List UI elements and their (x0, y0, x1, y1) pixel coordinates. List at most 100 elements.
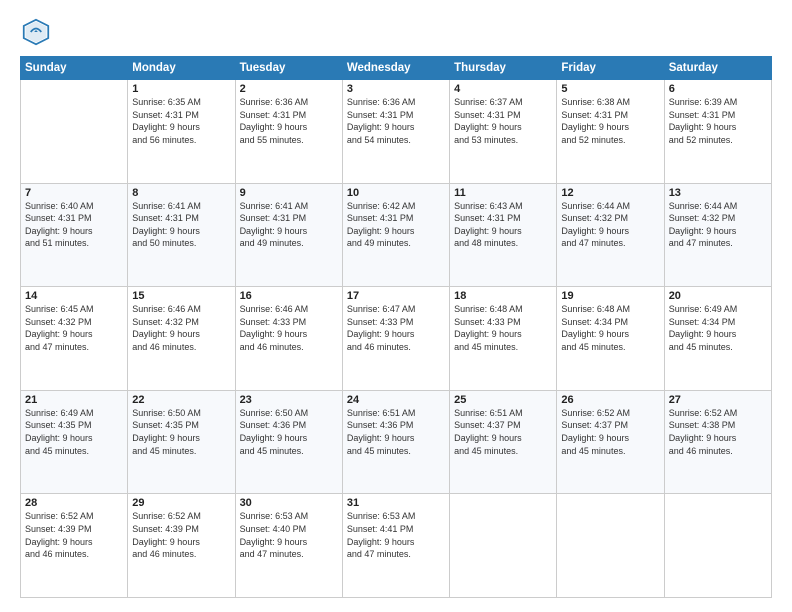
day-info-line: Sunrise: 6:52 AM (25, 510, 123, 523)
calendar-week-1: 1Sunrise: 6:35 AMSunset: 4:31 PMDaylight… (21, 80, 772, 184)
calendar-cell: 27Sunrise: 6:52 AMSunset: 4:38 PMDayligh… (664, 390, 771, 494)
calendar-cell: 1Sunrise: 6:35 AMSunset: 4:31 PMDaylight… (128, 80, 235, 184)
day-info-line: Daylight: 9 hours (347, 432, 445, 445)
col-header-monday: Monday (128, 57, 235, 80)
day-info-line: and 54 minutes. (347, 134, 445, 147)
day-info-line: Sunset: 4:32 PM (25, 316, 123, 329)
day-info-line: Sunset: 4:31 PM (240, 212, 338, 225)
day-info-line: Daylight: 9 hours (669, 328, 767, 341)
day-info-line: and 51 minutes. (25, 237, 123, 250)
calendar-cell: 21Sunrise: 6:49 AMSunset: 4:35 PMDayligh… (21, 390, 128, 494)
day-info-line: and 46 minutes. (669, 445, 767, 458)
day-info-line: and 53 minutes. (454, 134, 552, 147)
day-info-line: and 49 minutes. (347, 237, 445, 250)
day-number: 5 (561, 83, 659, 95)
col-header-wednesday: Wednesday (342, 57, 449, 80)
day-number: 7 (25, 187, 123, 199)
day-info-line: Sunset: 4:34 PM (561, 316, 659, 329)
day-info-line: Sunset: 4:33 PM (347, 316, 445, 329)
day-number: 21 (25, 394, 123, 406)
day-number: 26 (561, 394, 659, 406)
day-info-line: Sunset: 4:31 PM (347, 212, 445, 225)
day-info-line: and 49 minutes. (240, 237, 338, 250)
day-number: 29 (132, 497, 230, 509)
day-info-line: Sunrise: 6:44 AM (561, 200, 659, 213)
day-info-line: Sunrise: 6:52 AM (561, 407, 659, 420)
calendar-cell: 5Sunrise: 6:38 AMSunset: 4:31 PMDaylight… (557, 80, 664, 184)
day-number: 12 (561, 187, 659, 199)
day-info-line: Daylight: 9 hours (240, 328, 338, 341)
day-info-line: and 45 minutes. (454, 445, 552, 458)
day-info-line: Daylight: 9 hours (240, 121, 338, 134)
day-info-line: and 45 minutes. (347, 445, 445, 458)
day-info-line: Daylight: 9 hours (561, 121, 659, 134)
day-info-line: Sunset: 4:38 PM (669, 419, 767, 432)
day-info-line: Daylight: 9 hours (240, 432, 338, 445)
day-info-line: Daylight: 9 hours (347, 121, 445, 134)
day-number: 13 (669, 187, 767, 199)
day-info-line: Daylight: 9 hours (669, 225, 767, 238)
day-info-line: Sunset: 4:40 PM (240, 523, 338, 536)
day-number: 4 (454, 83, 552, 95)
calendar-table: SundayMondayTuesdayWednesdayThursdayFrid… (20, 56, 772, 598)
day-info-line: Sunrise: 6:45 AM (25, 303, 123, 316)
day-number: 27 (669, 394, 767, 406)
calendar-cell: 23Sunrise: 6:50 AMSunset: 4:36 PMDayligh… (235, 390, 342, 494)
calendar-cell: 17Sunrise: 6:47 AMSunset: 4:33 PMDayligh… (342, 287, 449, 391)
day-info-line: Sunrise: 6:48 AM (454, 303, 552, 316)
day-info-line: Sunset: 4:39 PM (132, 523, 230, 536)
day-info-line: Sunrise: 6:39 AM (669, 96, 767, 109)
calendar-cell: 13Sunrise: 6:44 AMSunset: 4:32 PMDayligh… (664, 183, 771, 287)
day-info-line: and 47 minutes. (25, 341, 123, 354)
day-info-line: Daylight: 9 hours (132, 432, 230, 445)
day-info-line: Sunset: 4:34 PM (669, 316, 767, 329)
day-info-line: Daylight: 9 hours (561, 225, 659, 238)
calendar-week-2: 7Sunrise: 6:40 AMSunset: 4:31 PMDaylight… (21, 183, 772, 287)
day-info-line: Sunrise: 6:41 AM (240, 200, 338, 213)
day-info-line: and 46 minutes. (132, 548, 230, 561)
day-info-line: Sunset: 4:37 PM (454, 419, 552, 432)
calendar-cell (450, 494, 557, 598)
day-number: 16 (240, 290, 338, 302)
calendar-cell: 30Sunrise: 6:53 AMSunset: 4:40 PMDayligh… (235, 494, 342, 598)
calendar-cell: 20Sunrise: 6:49 AMSunset: 4:34 PMDayligh… (664, 287, 771, 391)
day-info-line: Daylight: 9 hours (132, 536, 230, 549)
day-info-line: Sunrise: 6:51 AM (347, 407, 445, 420)
calendar-week-3: 14Sunrise: 6:45 AMSunset: 4:32 PMDayligh… (21, 287, 772, 391)
day-info-line: Daylight: 9 hours (454, 225, 552, 238)
day-info-line: Sunset: 4:31 PM (347, 109, 445, 122)
day-number: 20 (669, 290, 767, 302)
day-number: 2 (240, 83, 338, 95)
day-info-line: Sunrise: 6:49 AM (669, 303, 767, 316)
day-info-line: Sunset: 4:31 PM (454, 212, 552, 225)
day-info-line: Sunset: 4:32 PM (561, 212, 659, 225)
day-info-line: and 47 minutes. (347, 548, 445, 561)
day-info-line: Sunset: 4:31 PM (669, 109, 767, 122)
day-info-line: Sunrise: 6:50 AM (132, 407, 230, 420)
calendar-cell (557, 494, 664, 598)
day-info-line: Sunset: 4:31 PM (561, 109, 659, 122)
calendar-cell: 22Sunrise: 6:50 AMSunset: 4:35 PMDayligh… (128, 390, 235, 494)
day-info-line: Sunrise: 6:37 AM (454, 96, 552, 109)
day-info-line: and 47 minutes. (669, 237, 767, 250)
calendar-cell: 8Sunrise: 6:41 AMSunset: 4:31 PMDaylight… (128, 183, 235, 287)
logo (20, 18, 52, 46)
day-info-line: Sunset: 4:41 PM (347, 523, 445, 536)
day-info-line: and 46 minutes. (240, 341, 338, 354)
calendar-cell: 24Sunrise: 6:51 AMSunset: 4:36 PMDayligh… (342, 390, 449, 494)
calendar-cell: 18Sunrise: 6:48 AMSunset: 4:33 PMDayligh… (450, 287, 557, 391)
day-number: 19 (561, 290, 659, 302)
day-info-line: and 52 minutes. (669, 134, 767, 147)
day-info-line: Sunrise: 6:49 AM (25, 407, 123, 420)
day-info-line: Daylight: 9 hours (669, 121, 767, 134)
day-info-line: Sunrise: 6:50 AM (240, 407, 338, 420)
day-info-line: Sunrise: 6:53 AM (240, 510, 338, 523)
day-number: 22 (132, 394, 230, 406)
day-info-line: and 48 minutes. (454, 237, 552, 250)
day-info-line: Daylight: 9 hours (25, 328, 123, 341)
calendar-cell: 12Sunrise: 6:44 AMSunset: 4:32 PMDayligh… (557, 183, 664, 287)
day-info-line: Sunrise: 6:42 AM (347, 200, 445, 213)
day-info-line: Daylight: 9 hours (454, 432, 552, 445)
logo-icon (22, 18, 50, 46)
day-info-line: Sunrise: 6:35 AM (132, 96, 230, 109)
